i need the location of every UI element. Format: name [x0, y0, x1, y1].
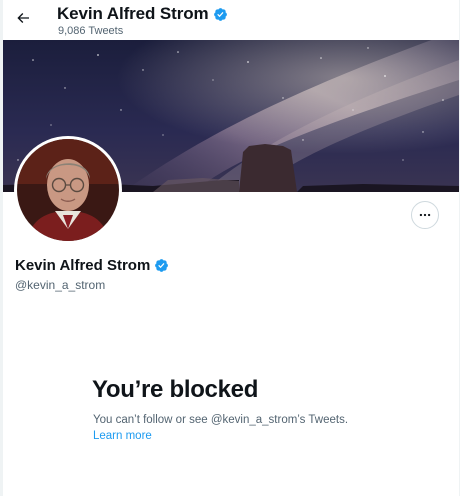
profile-name: Kevin Alfred Strom — [15, 257, 151, 274]
more-options-button[interactable] — [411, 201, 439, 229]
learn-more-link[interactable]: Learn more — [93, 430, 152, 442]
back-button[interactable] — [11, 6, 35, 30]
header-title-row: Kevin Alfred Strom — [57, 4, 228, 24]
more-horizontal-icon — [419, 213, 431, 217]
profile-handle: @kevin_a_strom — [15, 278, 106, 292]
verified-badge-icon[interactable] — [154, 258, 169, 273]
profile-name-row: Kevin Alfred Strom — [15, 257, 169, 274]
blocked-description: You can’t follow or see @kevin_a_strom’s… — [93, 414, 349, 426]
tweet-count: 9,086 Tweets — [58, 25, 124, 37]
blocked-title: You’re blocked — [92, 376, 259, 403]
profile-page: Kevin Alfred Strom 9,086 Tweets Kevin Al… — [0, 0, 474, 496]
right-gutter — [459, 0, 474, 496]
arrow-left-icon — [17, 13, 29, 23]
verified-badge-icon — [213, 7, 227, 21]
avatar-portrait-image — [17, 139, 119, 241]
profile-avatar[interactable] — [14, 136, 122, 244]
top-bar: Kevin Alfred Strom 9,086 Tweets — [3, 0, 459, 40]
avatar-image — [17, 139, 119, 241]
header-name: Kevin Alfred Strom — [57, 4, 209, 23]
